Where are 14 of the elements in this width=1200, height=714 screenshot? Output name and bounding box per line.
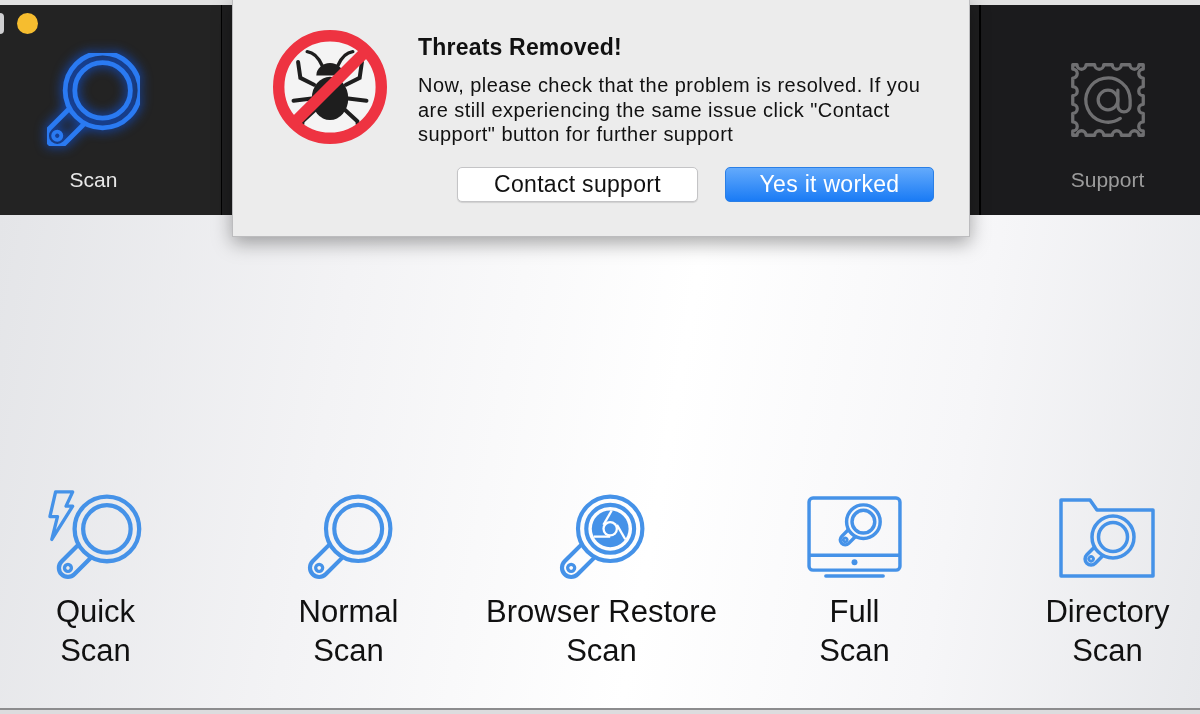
toolbar-tab[interactable]: Scan xyxy=(0,5,222,215)
secondary-button[interactable]: Contact support xyxy=(457,166,698,202)
close-button[interactable] xyxy=(0,13,4,34)
folder-magnifier-icon xyxy=(1059,497,1156,578)
monitor-magnifier-icon xyxy=(807,496,902,579)
scan-option[interactable]: Browser Restore Scan xyxy=(486,490,717,670)
dialog-message: Now, please check that the problem is resolved. If you are still experiencing the same issue click "Contact support" button for further support xyxy=(418,73,922,147)
dialog-title: Threats Removed! xyxy=(418,33,623,61)
magnifier-icon xyxy=(47,53,140,146)
scan-option[interactable]: Quick Scan xyxy=(48,490,143,670)
scan-option[interactable]: Normal Scan xyxy=(298,490,399,670)
scan-option[interactable]: Full Scan xyxy=(807,490,902,670)
no-bug-icon xyxy=(273,30,387,144)
scan-option[interactable]: Directory Scan xyxy=(1045,490,1170,670)
